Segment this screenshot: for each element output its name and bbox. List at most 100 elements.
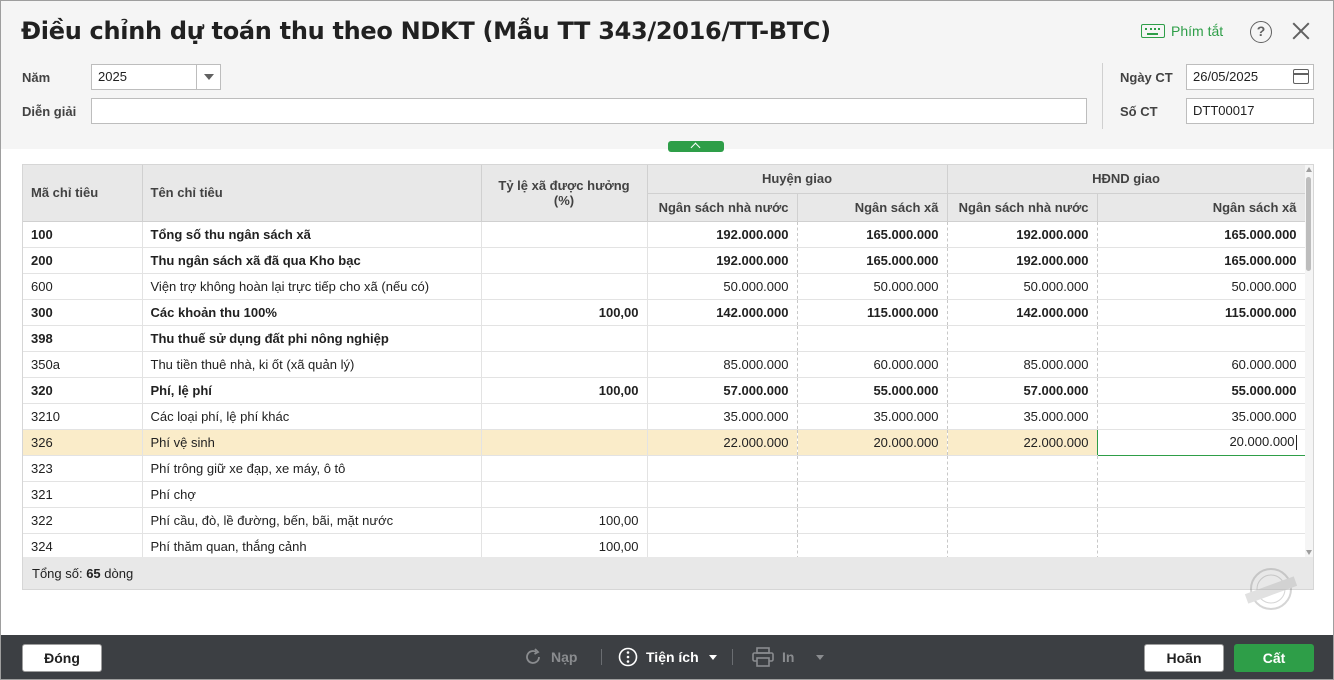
scroll-thumb[interactable]	[1306, 177, 1311, 271]
cell-district-state[interactable]	[647, 533, 798, 560]
scroll-up-icon[interactable]	[1306, 167, 1312, 172]
reload-button[interactable]: Nạp	[523, 647, 577, 667]
cell-district-commune[interactable]: 165.000.000	[797, 247, 948, 274]
table-row[interactable]: 3210 Các loại phí, lệ phí khác 35.000.000 3…	[23, 403, 1306, 430]
table-row[interactable]: 600 Viện trợ không hoàn lại trực tiếp cho…	[23, 273, 1306, 300]
table-row[interactable]: 324 Phí thăm quan, thắng cảnh 100,00	[23, 533, 1306, 560]
header-code[interactable]: Mã chỉ tiêu	[23, 165, 143, 222]
cell-rate[interactable]	[481, 247, 648, 274]
cell-district-state[interactable]	[647, 507, 798, 534]
cell-rate[interactable]	[481, 481, 648, 508]
print-button[interactable]: In	[752, 647, 825, 667]
cell-code[interactable]: 100	[23, 221, 143, 248]
cell-rate[interactable]	[481, 273, 648, 300]
cell-district-state[interactable]: 192.000.000	[647, 221, 798, 248]
header-rate[interactable]: Tỷ lệ xã được hưởng (%)	[481, 165, 648, 222]
chevron-down-icon[interactable]	[196, 65, 220, 89]
cell-code[interactable]: 350a	[23, 351, 143, 378]
cell-name[interactable]: Các khoản thu 100%	[142, 299, 482, 326]
cell-code[interactable]: 326	[23, 429, 143, 456]
table-row[interactable]: 200 Thu ngân sách xã đã qua Kho bạc 192.00…	[23, 247, 1306, 274]
table-row[interactable]: 323 Phí trông giữ xe đạp, xe máy, ô tô	[23, 455, 1306, 482]
header-name[interactable]: Tên chỉ tiêu	[142, 165, 482, 222]
cell-district-state[interactable]	[647, 325, 798, 352]
cell-district-commune[interactable]: 35.000.000	[797, 403, 948, 430]
cell-code[interactable]: 324	[23, 533, 143, 560]
cell-council-state[interactable]: 142.000.000	[947, 299, 1098, 326]
cell-council-commune[interactable]: 165.000.000	[1097, 221, 1306, 248]
cell-name[interactable]: Phí vệ sinh	[142, 429, 482, 456]
cell-district-commune[interactable]	[797, 455, 948, 482]
cell-council-state[interactable]	[947, 533, 1098, 560]
cell-council-commune[interactable]: 55.000.000	[1097, 377, 1306, 404]
cell-council-state[interactable]: 35.000.000	[947, 403, 1098, 430]
cell-rate[interactable]	[481, 403, 648, 430]
cell-district-state[interactable]	[647, 455, 798, 482]
table-row[interactable]: 322 Phí cầu, đò, lề đường, bến, bãi, mặt …	[23, 507, 1306, 534]
table-row[interactable]: 320 Phí, lệ phí 100,00 57.000.000 55.000.000…	[23, 377, 1306, 404]
cell-district-commune[interactable]: 55.000.000	[797, 377, 948, 404]
close-button[interactable]: Đóng	[22, 644, 102, 672]
cell-rate[interactable]	[481, 351, 648, 378]
cell-council-state[interactable]: 57.000.000	[947, 377, 1098, 404]
cell-district-commune[interactable]: 115.000.000	[797, 299, 948, 326]
cell-district-state[interactable]: 22.000.000	[647, 429, 798, 456]
cell-council-commune[interactable]: 60.000.000	[1097, 351, 1306, 378]
collapse-header-button[interactable]	[668, 141, 724, 152]
cell-district-state[interactable]: 35.000.000	[647, 403, 798, 430]
cell-name[interactable]: Tổng số thu ngân sách xã	[142, 221, 482, 248]
cell-council-commune[interactable]: 50.000.000	[1097, 273, 1306, 300]
cell-rate[interactable]: 100,00	[481, 507, 648, 534]
cell-district-commune[interactable]	[797, 481, 948, 508]
scroll-down-icon[interactable]	[1306, 550, 1312, 555]
table-row[interactable]: 398 Thu thuế sử dụng đất phi nông nghiệp	[23, 325, 1306, 352]
cell-council-state[interactable]: 192.000.000	[947, 221, 1098, 248]
cell-district-state[interactable]: 142.000.000	[647, 299, 798, 326]
table-row[interactable]: 321 Phí chợ	[23, 481, 1306, 508]
table-row[interactable]: 100 Tổng số thu ngân sách xã 192.000.000 16…	[23, 221, 1306, 248]
help-icon[interactable]: ?	[1250, 21, 1272, 43]
calendar-icon[interactable]	[1293, 69, 1309, 84]
chevron-down-icon[interactable]	[816, 654, 825, 660]
cell-rate[interactable]: 100,00	[481, 533, 648, 560]
cell-district-commune[interactable]	[797, 533, 948, 560]
year-combo[interactable]: 2025	[91, 64, 221, 90]
cell-rate[interactable]	[481, 429, 648, 456]
cell-rate[interactable]: 100,00	[481, 377, 648, 404]
table-row[interactable]: 326 Phí vệ sinh 22.000.000 20.000.000 22.000…	[23, 428, 1306, 456]
header-council-state[interactable]: Ngân sách nhà nước	[947, 193, 1098, 222]
utilities-menu[interactable]: Tiện ích	[618, 647, 717, 667]
cell-council-commune[interactable]	[1097, 481, 1306, 508]
cell-rate[interactable]	[481, 455, 648, 482]
cell-code[interactable]: 3210	[23, 403, 143, 430]
cell-council-state[interactable]: 192.000.000	[947, 247, 1098, 274]
cell-code[interactable]: 321	[23, 481, 143, 508]
cancel-button[interactable]: Hoãn	[1144, 644, 1224, 672]
cell-district-state[interactable]: 57.000.000	[647, 377, 798, 404]
cell-council-state[interactable]	[947, 325, 1098, 352]
cell-code[interactable]: 320	[23, 377, 143, 404]
cell-code[interactable]: 323	[23, 455, 143, 482]
cell-code[interactable]: 200	[23, 247, 143, 274]
cell-council-state[interactable]: 50.000.000	[947, 273, 1098, 300]
cell-district-state[interactable]: 85.000.000	[647, 351, 798, 378]
cell-name[interactable]: Phí cầu, đò, lề đường, bến, bãi, mặt nướ…	[142, 507, 482, 534]
cell-council-commune[interactable]	[1097, 325, 1306, 352]
header-district-state[interactable]: Ngân sách nhà nước	[647, 193, 798, 222]
header-district-commune[interactable]: Ngân sách xã	[797, 193, 948, 222]
cell-name[interactable]: Thu thuế sử dụng đất phi nông nghiệp	[142, 325, 482, 352]
cell-council-commune[interactable]: 35.000.000	[1097, 403, 1306, 430]
cell-name[interactable]: Phí chợ	[142, 481, 482, 508]
cell-code[interactable]: 398	[23, 325, 143, 352]
cell-rate[interactable]	[481, 221, 648, 248]
cell-council-commune[interactable]	[1097, 533, 1306, 560]
cell-council-state[interactable]	[947, 481, 1098, 508]
cell-council-commune[interactable]	[1097, 455, 1306, 482]
cell-name[interactable]: Phí thăm quan, thắng cảnh	[142, 533, 482, 560]
cell-council-state[interactable]: 85.000.000	[947, 351, 1098, 378]
cell-council-state[interactable]	[947, 455, 1098, 482]
cell-name[interactable]: Các loại phí, lệ phí khác	[142, 403, 482, 430]
cell-code[interactable]: 322	[23, 507, 143, 534]
vertical-scrollbar[interactable]	[1305, 165, 1313, 557]
cell-district-commune[interactable]: 60.000.000	[797, 351, 948, 378]
